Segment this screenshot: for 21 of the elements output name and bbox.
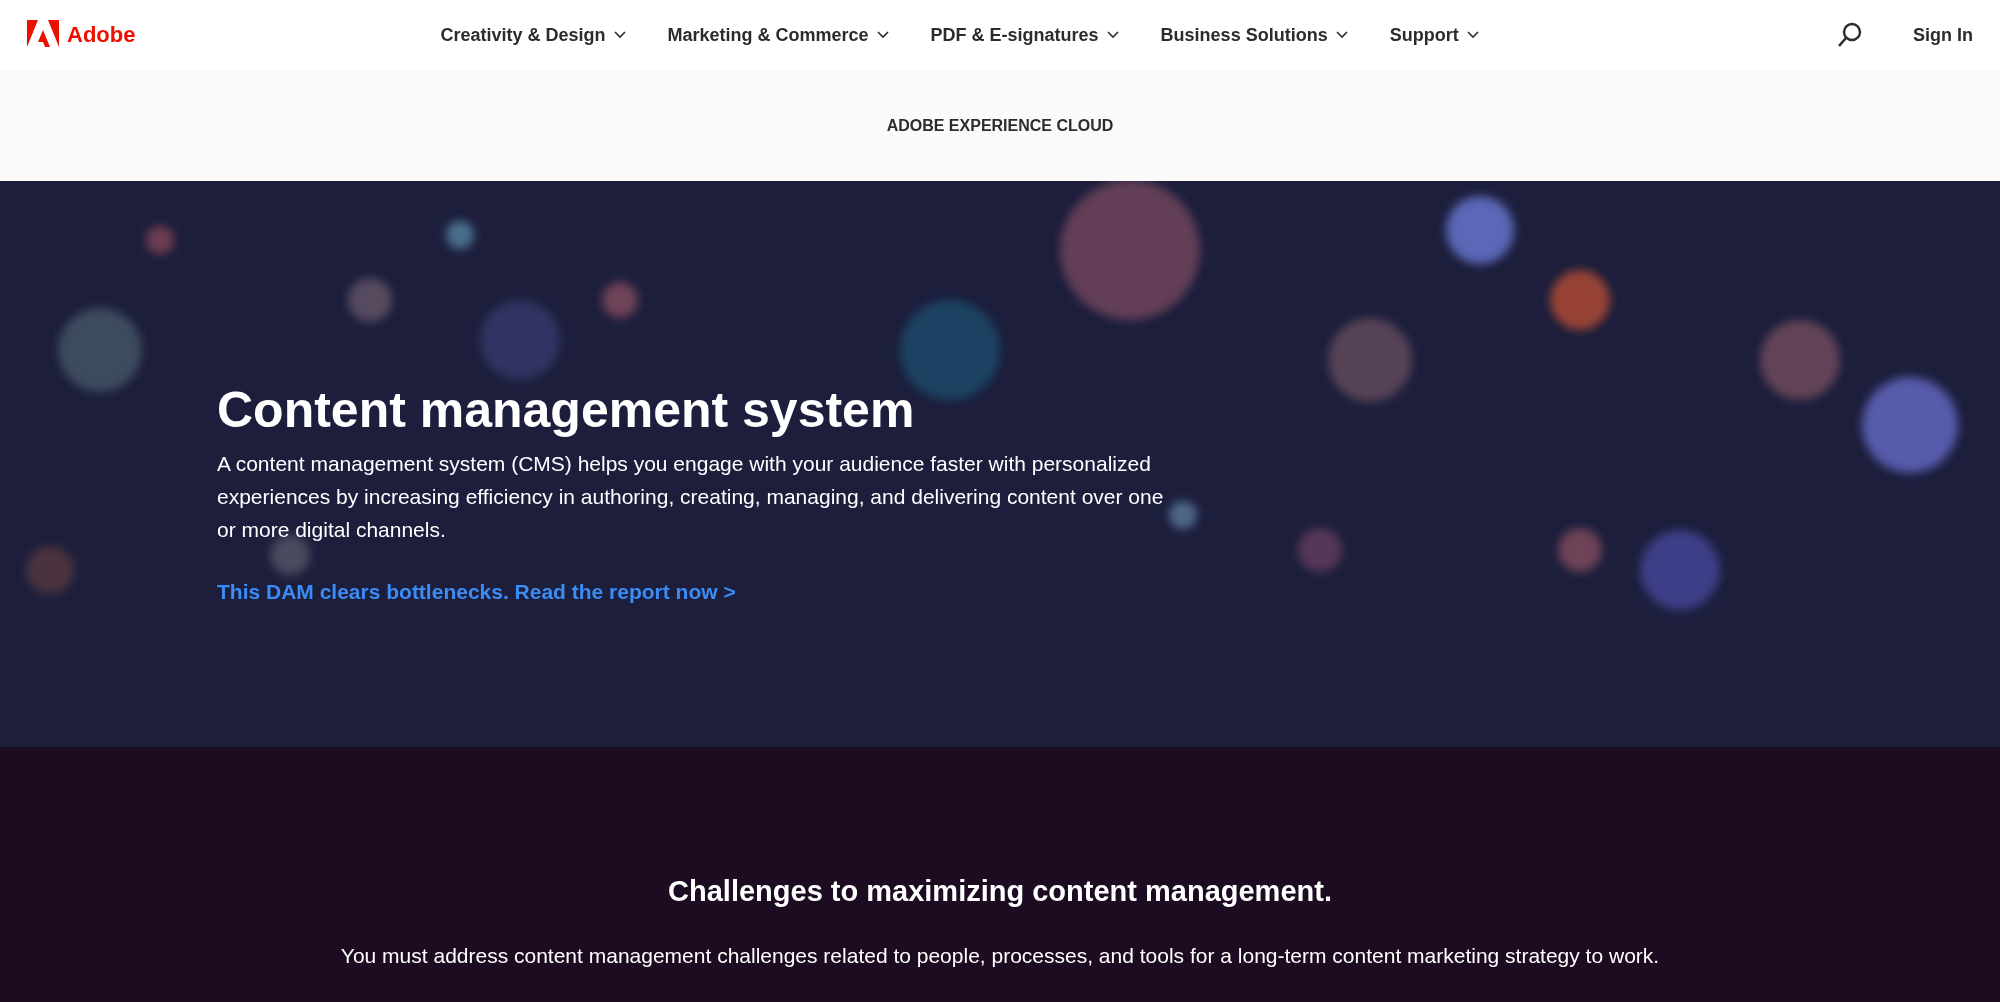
adobe-logo[interactable]: Adobe — [27, 20, 136, 50]
caret-icon — [1466, 31, 1479, 39]
section-label: ADOBE EXPERIENCE CLOUD — [886, 116, 1114, 135]
caret-icon — [876, 31, 889, 39]
search-icon[interactable] — [1837, 22, 1863, 48]
nav-menu-item[interactable]: Support — [1389, 24, 1479, 46]
nav-menu-item[interactable]: PDF & E-signatures — [930, 24, 1119, 46]
nav-menu-item[interactable]: Marketing & Commerce — [667, 24, 889, 46]
logo-icon — [27, 20, 59, 50]
section-text: You must address content management challenges related to people, processes, and tools for a long-term content marketing strategy to work. — [339, 944, 1661, 968]
caret-icon — [1106, 31, 1119, 39]
caret-icon — [1335, 31, 1348, 39]
sign-in-link[interactable]: Sign In — [1913, 24, 1973, 46]
report-link[interactable]: This DAM clears bottlenecks. Read the report now > — [217, 580, 736, 604]
caret-icon — [613, 31, 626, 39]
hero-heading: Content management system — [217, 381, 916, 439]
logo-text: Adobe — [67, 22, 136, 48]
nav-menu-item[interactable]: Creativity & Design — [440, 24, 626, 46]
section-heading: Challenges to maximizing content management. — [667, 875, 1333, 908]
nav-menu-item[interactable]: Business Solutions — [1160, 24, 1348, 46]
hero-description: A content management system (CMS) helps you engage with your audience faster with personalized experiences by increasing efficiency in authoring, creating, managing, and delivering content over one or more digital channels. — [217, 451, 1165, 543]
